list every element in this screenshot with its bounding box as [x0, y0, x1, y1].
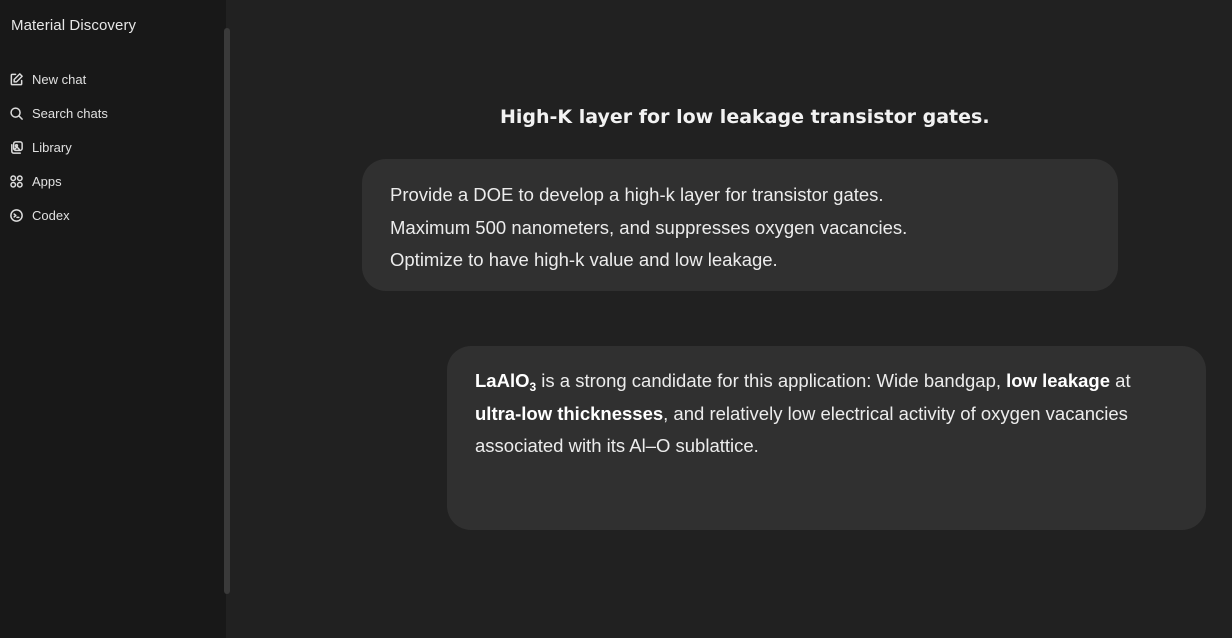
edit-icon	[9, 72, 24, 87]
apps-icon	[9, 174, 24, 189]
library-icon	[9, 140, 24, 155]
chat-area: High-K layer for low leakage transistor …	[230, 0, 1232, 638]
sidebar-item-label: Codex	[32, 207, 70, 223]
sidebar-item-new-chat[interactable]: New chat	[0, 62, 220, 96]
sidebar-item-search-chats[interactable]: Search chats	[0, 96, 220, 130]
user-message-line: Provide a DOE to develop a high-k layer …	[390, 184, 884, 205]
sidebar-item-label: New chat	[32, 71, 87, 87]
app-window: Material Discovery New chat Search chats…	[0, 0, 1232, 638]
user-message-line: Maximum 500 nanometers, and suppresses o…	[390, 216, 908, 238]
sidebar-item-label: Search chats	[32, 105, 108, 121]
codex-icon	[9, 208, 24, 223]
assistant-message-bubble: LaAlO3 is a strong candidate for this ap…	[447, 346, 1206, 530]
sidebar-nav: New chat Search chats Library Apps Codex	[0, 62, 220, 232]
search-icon	[9, 106, 24, 121]
sidebar: Material Discovery New chat Search chats…	[0, 0, 226, 638]
compound-base: LaAlO	[475, 370, 530, 391]
sidebar-item-apps[interactable]: Apps	[0, 164, 220, 198]
user-message-bubble: Provide a DOE to develop a high-k layer …	[362, 159, 1118, 291]
compound-name: LaAlO3	[475, 370, 536, 393]
sidebar-item-label: Library	[32, 139, 72, 155]
sidebar-title: Material Discovery	[11, 17, 137, 34]
chat-title: High-K layer for low leakage transistor …	[500, 106, 990, 128]
sidebar-item-library[interactable]: Library	[0, 130, 220, 164]
assistant-message-text: LaAlO3 is a strong candidate for this ap…	[475, 365, 1178, 463]
message-text-segment: is a strong candidate for this applicati…	[536, 370, 1007, 391]
sidebar-item-label: Apps	[32, 173, 62, 189]
emphasis-low-leakage: low leakage	[1006, 370, 1111, 391]
emphasis-ultra-low-thicknesses: ultra-low thicknesses	[475, 402, 664, 424]
message-text-segment: at	[1110, 370, 1131, 391]
user-message-line: Optimize to have high-k value and low le…	[390, 249, 778, 270]
sidebar-item-codex[interactable]: Codex	[0, 198, 220, 232]
